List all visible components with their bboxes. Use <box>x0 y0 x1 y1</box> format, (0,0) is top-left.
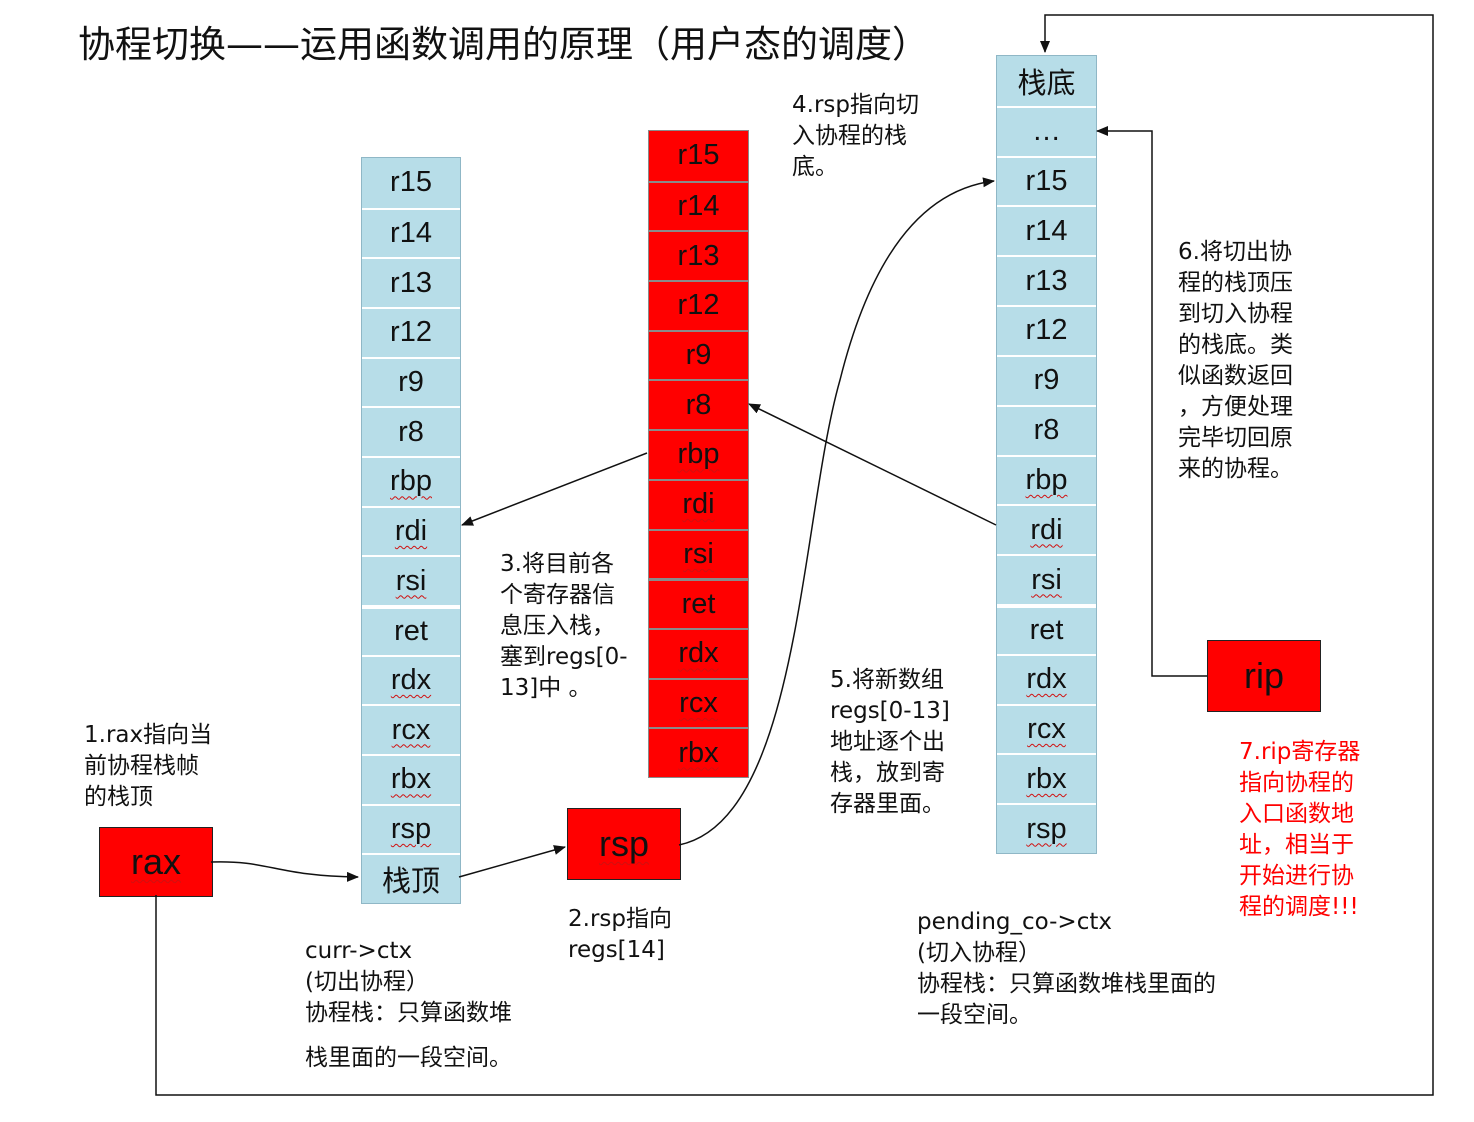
arrow-stack-top-to-rsp <box>458 845 566 878</box>
connector-arrows <box>155 14 1434 1096</box>
arrow-rsp-to-pending-r15 <box>678 177 995 846</box>
diagram-canvas: 协程切换——运用函数调用的原理（用户态的调度） r15 r14 r13 r12 r9 r8… <box>0 0 1474 1122</box>
arrow-rip-to-pending-stack <box>1096 126 1207 677</box>
arrow-rax-to-pending-bottom <box>155 14 1434 1096</box>
arrow-rax-to-stack-top <box>210 861 359 882</box>
arrow-regs-to-curr-rdi <box>461 452 648 526</box>
arrow-pending-rdi-to-regs-r8 <box>748 403 997 526</box>
